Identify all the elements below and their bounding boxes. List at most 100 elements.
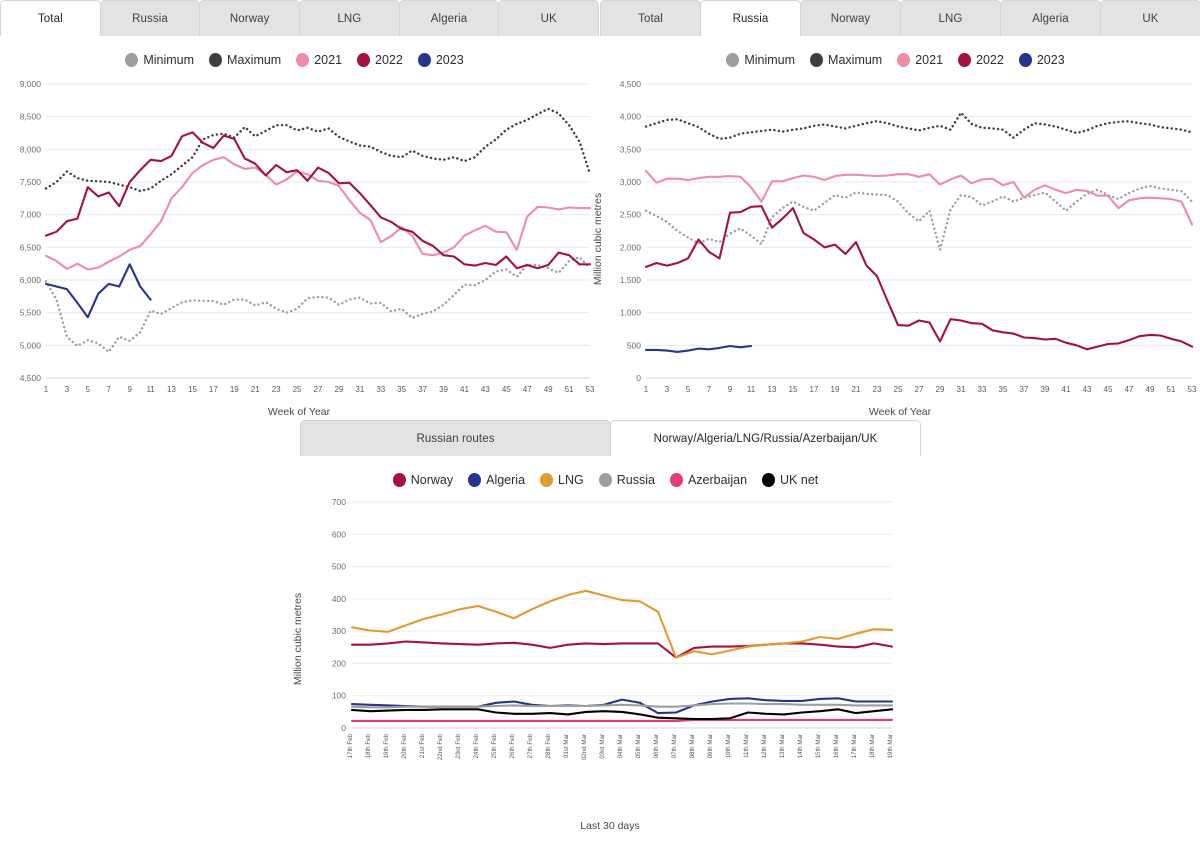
legend-item-maximum[interactable]: Maximum bbox=[209, 53, 281, 67]
tab-russia-uk[interactable]: UK bbox=[1100, 0, 1200, 36]
tab-total-norway[interactable]: Norway bbox=[199, 0, 301, 36]
legend-label: Azerbaijan bbox=[687, 473, 748, 487]
legend-item-2022[interactable]: 2022 bbox=[958, 53, 1004, 67]
x-tick-label: 27 bbox=[314, 385, 323, 394]
tab-russia-russia[interactable]: Russia bbox=[700, 0, 801, 36]
legend-item-algeria[interactable]: Algeria bbox=[468, 473, 525, 487]
tabbar-russia: Total Russia Norway LNG Algeria UK bbox=[600, 0, 1200, 36]
x-axis-label: Week of Year bbox=[868, 406, 932, 418]
tab-total-algeria[interactable]: Algeria bbox=[398, 0, 500, 36]
tab-label: Total bbox=[37, 12, 63, 25]
legend-item-2021[interactable]: 2021 bbox=[296, 53, 342, 67]
y-axis-label: Million cubic metres bbox=[292, 592, 305, 686]
x-tick-label: 9 bbox=[728, 385, 733, 394]
x-tick-label: 1 bbox=[644, 385, 649, 394]
legend-swatch-icon bbox=[209, 53, 223, 67]
tab-russia-total[interactable]: Total bbox=[600, 0, 701, 36]
chart-routes: Million cubic metres 0 100 200 300 400 500 600… bbox=[292, 494, 920, 832]
tab-routes-norway-algeria-lng-russia-azerbaijan-uk[interactable]: Norway/Algeria/LNG/Russia/Azerbaijan/UK bbox=[610, 420, 921, 456]
tab-total-russia[interactable]: Russia bbox=[99, 0, 201, 36]
legend-swatch-icon bbox=[125, 53, 139, 67]
legend-total: Minimum Maximum 2021 2022 2023 bbox=[0, 46, 598, 74]
y-tick-label: 200 bbox=[332, 658, 346, 668]
x-tick-label: 5 bbox=[686, 385, 691, 394]
x-tick-label: 23 bbox=[272, 385, 281, 394]
y-tick-label: 9,000 bbox=[20, 79, 42, 89]
legend-item-lng[interactable]: LNG bbox=[540, 473, 584, 487]
x-tick-label: 39 bbox=[1041, 385, 1050, 394]
x-tick-label: 07th Mar bbox=[671, 734, 678, 758]
tab-russia-algeria[interactable]: Algeria bbox=[1000, 0, 1101, 36]
legend-swatch-icon bbox=[958, 53, 972, 67]
tab-total-total[interactable]: Total bbox=[0, 0, 101, 36]
x-tick-label: 33 bbox=[978, 385, 987, 394]
legend-item-2023[interactable]: 2023 bbox=[417, 53, 464, 67]
x-tick-label: 15 bbox=[188, 385, 197, 394]
series-line-uk-net bbox=[350, 708, 894, 721]
legend-label: Maximum bbox=[828, 53, 883, 67]
tab-label: Norway/Algeria/LNG/Russia/Azerbaijan/UK bbox=[653, 432, 878, 445]
x-tick-label: 25th Feb bbox=[491, 733, 498, 758]
x-tick-label: 19 bbox=[230, 385, 239, 394]
tab-routes-russian-routes[interactable]: Russian routes bbox=[300, 420, 611, 456]
legend-label: 2023 bbox=[435, 53, 464, 67]
x-tick-label: 19 bbox=[831, 385, 840, 394]
tab-label: Russia bbox=[732, 12, 769, 25]
x-tick-label: 24th Feb bbox=[473, 733, 480, 758]
tab-label: UK bbox=[540, 12, 557, 25]
legend-label: 2023 bbox=[1036, 53, 1065, 67]
legend-label: UK net bbox=[780, 473, 819, 487]
legend-item-2022[interactable]: 2022 bbox=[357, 53, 403, 67]
x-tick-label: 17th Mar bbox=[851, 734, 858, 758]
legend-label: 2022 bbox=[976, 53, 1004, 67]
legend-label: Minimum bbox=[143, 53, 195, 67]
x-tick-label: 01st Mar bbox=[563, 734, 570, 758]
tab-label: Total bbox=[638, 12, 663, 25]
legend-item-uk-net[interactable]: UK net bbox=[762, 473, 818, 487]
legend-swatch-icon bbox=[762, 473, 776, 487]
legend-item-azerbaijan[interactable]: Azerbaijan bbox=[669, 473, 748, 487]
y-tick-label: 2,000 bbox=[620, 242, 642, 252]
x-tick-label: 25 bbox=[293, 385, 302, 394]
x-tick-label: 45 bbox=[1104, 385, 1113, 394]
legend-label: 2021 bbox=[314, 53, 343, 67]
x-tick-label: 43 bbox=[481, 385, 490, 394]
legend-item-minimum[interactable]: Minimum bbox=[125, 53, 194, 67]
x-tick-label: 19th Feb bbox=[383, 733, 390, 758]
x-tick-label: 37 bbox=[418, 385, 427, 394]
legend-item-norway[interactable]: Norway bbox=[392, 473, 453, 487]
series-line-maximum bbox=[44, 107, 592, 193]
x-tick-label: 47 bbox=[1125, 385, 1134, 394]
legend-label: Maximum bbox=[227, 53, 282, 67]
legend-item-2021[interactable]: 2021 bbox=[897, 53, 943, 67]
x-tick-label: 41 bbox=[460, 385, 469, 394]
x-axis-label: Week of Year bbox=[267, 406, 331, 418]
chart-total-svg: 4,500 5,000 5,500 6,000 6,500 7,000 7,500 8,000… bbox=[20, 79, 595, 394]
tab-total-uk[interactable]: UK bbox=[498, 0, 600, 36]
legend-swatch-icon bbox=[810, 53, 824, 67]
x-tick-label: 3 bbox=[65, 385, 70, 394]
legend-swatch-icon bbox=[1018, 53, 1032, 67]
legend-label: Algeria bbox=[486, 473, 526, 487]
legend-swatch-icon bbox=[296, 53, 310, 67]
tab-russia-lng[interactable]: LNG bbox=[900, 0, 1001, 36]
y-tick-label: 500 bbox=[627, 340, 641, 350]
x-tick-label: 13th Mar bbox=[779, 734, 786, 758]
legend-item-russia[interactable]: Russia bbox=[598, 473, 655, 487]
legend-swatch-icon bbox=[669, 473, 683, 487]
tab-russia-norway[interactable]: Norway bbox=[800, 0, 901, 36]
x-tick-label: 02nd Mar bbox=[581, 734, 588, 760]
tab-label: UK bbox=[1142, 12, 1159, 25]
legend-label: Russia bbox=[616, 473, 655, 487]
legend-item-minimum[interactable]: Minimum bbox=[726, 53, 795, 67]
panel-russia: Total Russia Norway LNG Algeria UK Minimum Max… bbox=[592, 0, 1200, 420]
y-tick-label: 500 bbox=[332, 562, 346, 572]
x-tick-label: 5 bbox=[86, 385, 91, 394]
legend-item-maximum[interactable]: Maximum bbox=[810, 53, 882, 67]
legend-item-2023[interactable]: 2023 bbox=[1018, 53, 1065, 67]
x-tick-label: 19th Mar bbox=[887, 734, 894, 758]
tab-label: Norway bbox=[830, 12, 871, 25]
legend-swatch-icon bbox=[540, 473, 554, 487]
tab-total-lng[interactable]: LNG bbox=[299, 0, 400, 36]
x-tick-label: 11 bbox=[146, 385, 155, 394]
